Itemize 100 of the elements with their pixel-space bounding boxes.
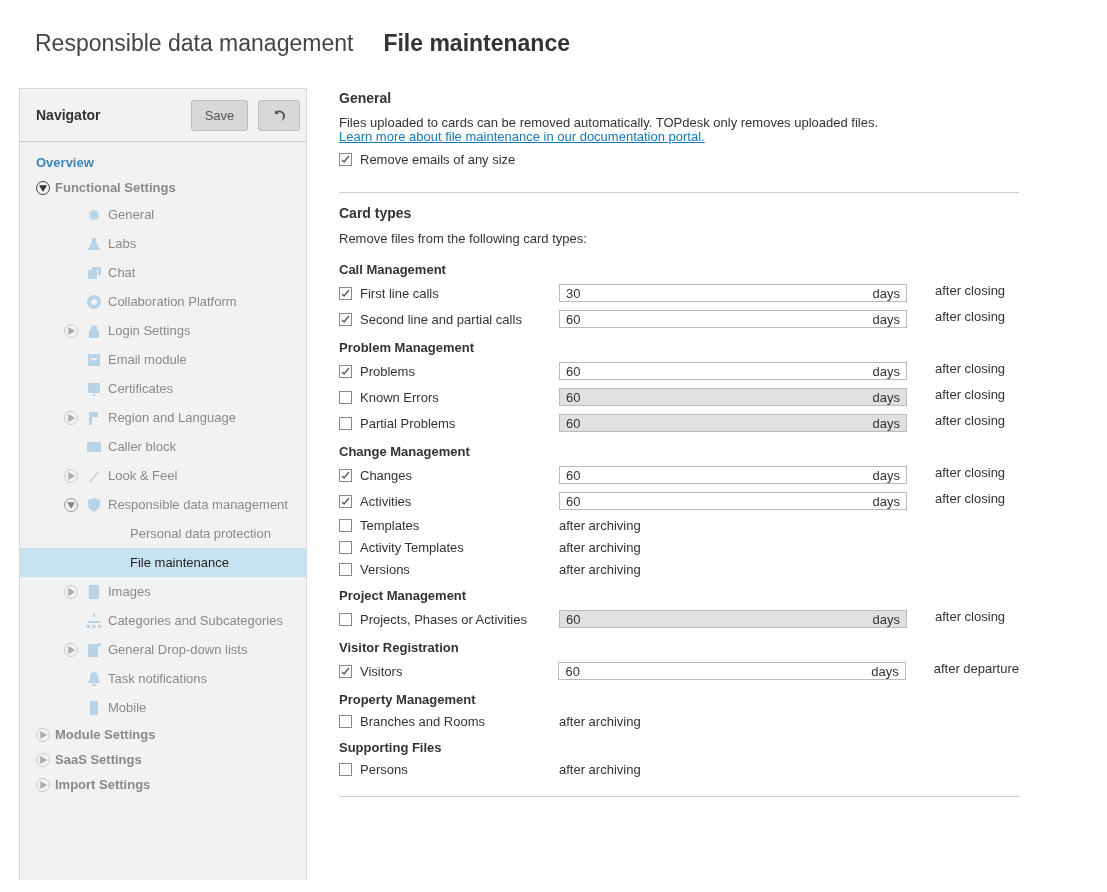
nav-item-icon [86,583,102,600]
nav-item-icon [86,380,102,397]
nav-item[interactable]: Mobile [108,700,147,715]
nav-item[interactable]: Login Settings [108,323,191,338]
nav-item[interactable]: Collaboration Platform [108,294,237,309]
documentation-link[interactable]: Learn more about file maintenance in our documentation portal. [339,129,705,144]
after-text: after closing [935,282,1006,298]
nav-item-icon [86,293,102,310]
after-text: after archiving [559,561,641,577]
after-text: after archiving [559,761,641,777]
checkbox[interactable] [339,390,352,404]
checkbox[interactable] [339,153,352,166]
days-field[interactable]: 60 days [559,362,907,380]
checkbox[interactable] [339,286,352,300]
navigator-title: Navigator [36,107,102,123]
option-label: Partial Problems [360,415,456,431]
nav-item-icon [86,322,102,339]
days-field[interactable]: 30 days [559,284,907,302]
checkbox[interactable] [339,612,352,626]
after-text: after departure [933,660,1019,676]
option-label: Branches and Rooms [360,713,485,729]
days-field[interactable]: 60 days [559,310,907,328]
nav-group[interactable]: SaaS Settings [55,752,142,767]
section-heading: General [339,90,393,106]
nav-item-icon [86,612,102,629]
nav-group[interactable]: Functional Settings [55,180,176,195]
nav-item[interactable]: File maintenance [20,548,306,577]
days-field[interactable]: 60 days [559,466,907,484]
checkbox[interactable] [339,468,352,482]
option-label: First line calls [360,285,439,301]
checkbox[interactable] [339,762,352,776]
undo-button[interactable] [258,99,300,131]
group-heading: Call Management [339,262,447,277]
option-label: Problems [360,363,415,379]
overview-link[interactable]: Overview [20,150,306,175]
nav-item[interactable]: Task notifications [108,671,207,686]
checkbox[interactable] [339,664,352,678]
page-title: File maintenance [383,30,570,58]
after-text: after closing [935,608,1006,624]
checkbox[interactable] [339,416,352,430]
option-label: Templates [360,517,420,533]
group-heading: Change Management [339,444,471,459]
option-label: Projects, Phases or Activities [360,611,527,627]
breadcrumb-parent[interactable]: Responsible data management [35,30,354,88]
option-label: Known Errors [360,389,439,405]
nav-item-icon [86,235,102,252]
days-field[interactable]: 60 days [558,662,906,680]
nav-item[interactable]: Region and Language [108,410,236,425]
checkbox[interactable] [339,714,352,728]
description-text: Files uploaded to cards can be removed automatically. TOPdesk only removes uploaded files. Learn more about file maintenance in our documentation portal. [339,116,880,144]
nav-item[interactable]: Images [108,584,151,599]
after-text: after closing [935,490,1006,506]
nav-item[interactable]: Certificates [108,381,174,396]
nav-item-icon [86,264,102,281]
option-label: Activities [360,493,412,509]
after-text: after closing [935,308,1006,324]
nav-item[interactable]: Responsible data management [108,497,288,512]
days-field[interactable]: 60 days [559,388,907,406]
group-heading: Problem Management [339,340,476,355]
days-field[interactable]: 60 days [559,414,907,432]
after-text: after archiving [559,517,641,533]
nav-item-icon [86,641,102,658]
after-text: after closing [935,360,1006,376]
checkbox[interactable] [339,562,352,576]
section-heading: Card types [339,205,413,221]
nav-item[interactable]: General [108,207,155,222]
days-field[interactable]: 60 days [559,610,907,628]
option-label: Versions [360,561,410,577]
option-label: Second line and partial calls [360,311,522,327]
nav-group[interactable]: Import Settings [55,777,151,792]
after-text: after archiving [559,539,641,555]
nav-item-icon [86,496,102,513]
nav-item[interactable]: Labs [108,236,137,251]
checkbox[interactable] [339,540,352,554]
checkbox[interactable] [339,364,352,378]
option-label: Remove emails of any size [360,152,516,167]
save-button[interactable]: Save [191,99,248,131]
checkbox[interactable] [339,312,352,326]
after-text: after closing [935,464,1006,480]
nav-item[interactable]: Look & Feel [108,468,178,483]
nav-item[interactable]: Caller block [108,439,176,454]
nav-item[interactable]: Chat [108,265,136,280]
group-heading: Visitor Registration [339,640,460,655]
checkbox[interactable] [339,494,352,508]
option-label: Visitors [360,663,403,679]
nav-item-icon [86,670,102,687]
checkbox[interactable] [339,518,352,532]
group-heading: Project Management [339,588,468,603]
nav-group[interactable]: Module Settings [55,727,156,742]
nav-item[interactable]: Personal data protection [20,519,306,548]
group-heading: Property Management [339,692,477,707]
nav-item[interactable]: General Drop-down lists [108,642,248,657]
after-text: after closing [935,412,1006,428]
nav-item-icon [86,351,102,368]
nav-item[interactable]: Categories and Subcategories [108,613,283,628]
nav-item[interactable]: Email module [108,352,187,367]
intro-text: Remove files from the following card types: [339,231,588,246]
days-field[interactable]: 60 days [559,492,907,510]
after-text: after archiving [559,713,641,729]
option-label: Persons [360,761,408,777]
